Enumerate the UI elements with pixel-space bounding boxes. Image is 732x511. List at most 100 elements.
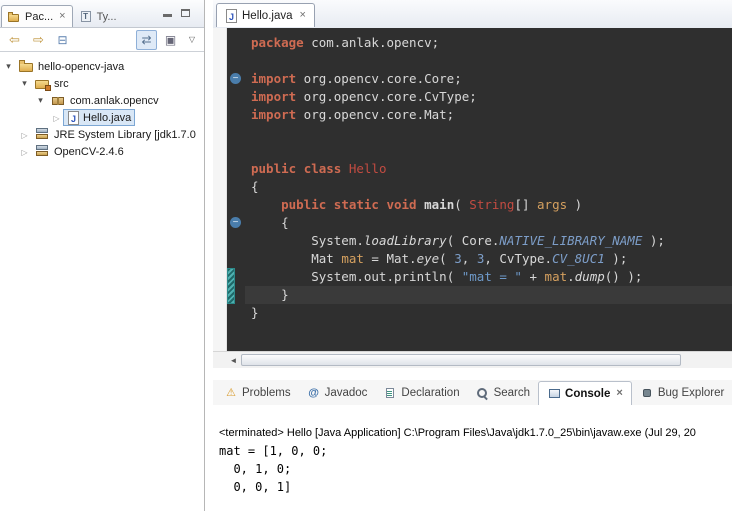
bottom-tabbar: Problems Javadoc DeclarationSearch Console B… <box>213 380 732 406</box>
src-folder-icon <box>35 76 50 91</box>
code-line[interactable]: Mat mat = Mat.eye( 3, 3, CvType.CV_8UC1 … <box>251 250 732 268</box>
maximize-icon[interactable] <box>181 9 190 17</box>
tree-item-content: src <box>31 75 73 92</box>
library-icon <box>35 127 50 142</box>
java-file-icon <box>226 9 237 23</box>
tree-item-hello-opencv-java[interactable]: hello-opencv-java <box>0 58 204 75</box>
fold-collapse-icon[interactable] <box>230 217 241 228</box>
minimize-icon[interactable] <box>163 14 172 17</box>
collapsed-arrow-icon[interactable] <box>18 147 31 157</box>
collapsed-arrow-icon[interactable] <box>50 113 63 123</box>
tree-item-hello-java[interactable]: Hello.java <box>0 109 204 126</box>
close-icon[interactable] <box>616 388 622 399</box>
editor-area: Hello.java package com.anlak.opencv; imp… <box>213 0 732 368</box>
code-editor[interactable]: package com.anlak.opencv; import org.ope… <box>245 28 732 351</box>
tab-bug-explorer[interactable]: Bug Explorer <box>632 381 732 405</box>
code-line[interactable]: package com.anlak.opencv; <box>251 34 732 52</box>
focus-icon[interactable]: ▣ <box>160 30 181 50</box>
close-icon[interactable] <box>300 10 306 21</box>
collapsed-arrow-icon[interactable] <box>18 130 31 140</box>
collapse-all-icon[interactable]: ⊟ <box>52 30 73 50</box>
code-line[interactable]: System.out.println( "mat = " + mat.dump(… <box>251 268 732 286</box>
tree-item-content: Hello.java <box>63 109 135 126</box>
tree-item-label: com.anlak.opencv <box>70 95 159 107</box>
problems-icon <box>224 387 238 400</box>
package-explorer-icon <box>8 11 21 23</box>
forward-icon[interactable]: ⇨ <box>28 30 49 50</box>
fold-collapse-icon[interactable] <box>230 73 241 84</box>
view-tab-label: Ty... <box>97 11 117 23</box>
tree-item-content: hello-opencv-java <box>15 58 128 75</box>
tab-label: Bug Explorer <box>658 387 724 399</box>
java-file-icon <box>68 111 79 125</box>
search-icon <box>476 387 490 400</box>
code-line[interactable]: import org.opencv.core.Mat; <box>251 106 732 124</box>
tree-item-com-anlak-opencv[interactable]: com.anlak.opencv <box>0 92 204 109</box>
annotation-ruler[interactable] <box>213 28 227 351</box>
code-line[interactable]: public class Hello <box>251 160 732 178</box>
code-line[interactable]: { <box>251 178 732 196</box>
console-header: <terminated> Hello [Java Application] C:… <box>213 405 732 442</box>
tree-item-content: OpenCV-2.4.6 <box>31 143 128 160</box>
tab-javadoc[interactable]: Javadoc <box>299 381 376 405</box>
expanded-arrow-icon[interactable] <box>18 78 31 89</box>
code-line[interactable] <box>251 142 732 160</box>
code-line[interactable]: { <box>251 214 732 232</box>
tree-item-label: Hello.java <box>83 112 131 124</box>
project-tree: hello-opencv-java srccom.anlak.opencv Hell… <box>0 52 204 160</box>
bottom-panel: Problems Javadoc DeclarationSearch Console B… <box>213 380 732 511</box>
tree-item-content: JRE System Library [jdk1.7.0 <box>31 126 200 143</box>
code-line[interactable]: import org.opencv.core.CvType; <box>251 88 732 106</box>
tab-declaration[interactable]: Declaration <box>375 381 467 405</box>
tree-item-label: OpenCV-2.4.6 <box>54 146 124 158</box>
code-line[interactable]: import org.opencv.core.Core; <box>251 70 732 88</box>
console-view[interactable]: <terminated> Hello [Java Application] C:… <box>213 405 732 511</box>
type-hierarchy-icon <box>80 11 93 23</box>
scrollbar-thumb[interactable] <box>241 354 681 366</box>
code-line[interactable]: } <box>251 304 732 322</box>
view-tab-ty[interactable]: Ty... <box>73 5 124 27</box>
console-line: mat = [1, 0, 0; <box>219 442 732 460</box>
code-line[interactable]: public static void main( String[] args ) <box>251 196 732 214</box>
fold-gutter[interactable] <box>227 28 245 351</box>
back-icon[interactable]: ⇦ <box>4 30 25 50</box>
expanded-arrow-icon[interactable] <box>2 61 15 72</box>
console-line: 0, 1, 0; <box>219 460 732 478</box>
tree-item-src[interactable]: src <box>0 75 204 92</box>
tree-item-label: hello-opencv-java <box>38 61 124 73</box>
horizontal-scrollbar[interactable] <box>213 351 732 368</box>
tab-console[interactable]: Console <box>538 381 632 405</box>
package-icon <box>51 93 66 108</box>
scroll-left-icon[interactable] <box>226 356 241 365</box>
editor-tabbar: Hello.java <box>213 0 732 29</box>
console-line: 0, 0, 1] <box>219 478 732 496</box>
code-line[interactable] <box>251 124 732 142</box>
view-tab-pac[interactable]: Pac... <box>1 5 73 27</box>
tree-item-content: com.anlak.opencv <box>47 92 163 109</box>
tree-item-jre-system-library-jdk1-7-0[interactable]: JRE System Library [jdk1.7.0 <box>0 126 204 143</box>
eclipse-window: Pac... Ty... ⇦⇨⊟ ⇄▣▽ hello-opencv-java srcc… <box>0 0 732 511</box>
view-tab-label: Pac... <box>25 11 53 23</box>
tab-label: Javadoc <box>325 387 368 399</box>
project-icon <box>19 59 34 74</box>
code-line[interactable] <box>251 52 732 70</box>
tab-search[interactable]: Search <box>468 381 538 405</box>
close-icon[interactable] <box>59 11 65 22</box>
tab-problems[interactable]: Problems <box>216 381 299 405</box>
tab-label: Console <box>565 388 610 400</box>
code-line[interactable]: System.loadLibrary( Core.NATIVE_LIBRARY_… <box>251 232 732 250</box>
code-line[interactable]: } <box>245 286 732 304</box>
editor-tab-label: Hello.java <box>242 10 293 22</box>
bug-icon <box>640 387 654 400</box>
editor-dark-region: package com.anlak.opencv; import org.ope… <box>227 28 732 351</box>
tree-item-opencv-2-4-6[interactable]: OpenCV-2.4.6 <box>0 143 204 160</box>
declaration-icon <box>383 387 397 400</box>
expanded-arrow-icon[interactable] <box>34 95 47 106</box>
tree-item-label: src <box>54 78 69 90</box>
link-with-editor-icon[interactable]: ⇄ <box>136 30 157 50</box>
editor-tab-hello-java[interactable]: Hello.java <box>216 3 315 27</box>
view-menu-icon[interactable]: ▽ <box>184 30 200 50</box>
library-icon <box>35 144 50 159</box>
selection-range-marker <box>227 268 235 304</box>
editor-body: package com.anlak.opencv; import org.ope… <box>213 28 732 351</box>
